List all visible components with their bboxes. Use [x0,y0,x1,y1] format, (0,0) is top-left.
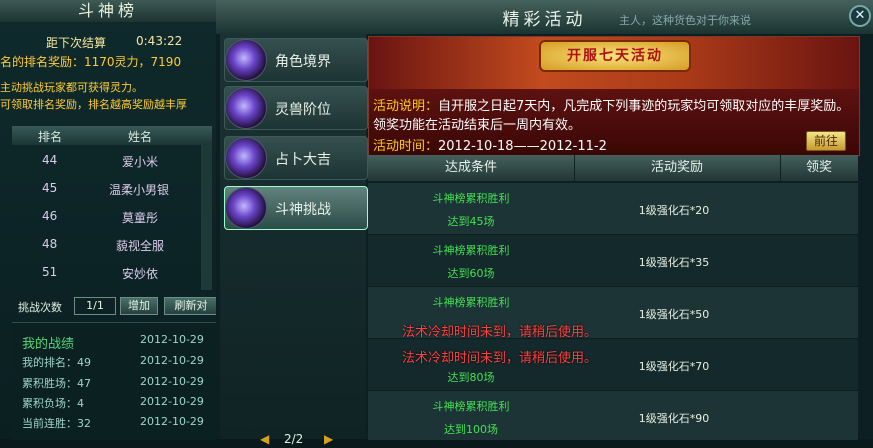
challenge-label: 挑战次数 [18,301,62,314]
rank-row[interactable]: 48 藐视全服 [12,232,212,260]
activity-banner: 开服七天活动 活动说明：自开服之日起7天内，凡完成下列事迹的玩家均可领取对应的丰… [368,36,860,156]
header-condition: 达成条件 [368,155,575,181]
challenge-count-bar: 挑战次数 1/1 增加 刷新对 [12,295,218,317]
next-page-icon[interactable]: ▶ [324,432,333,446]
player-name: 爱小米 [122,155,159,169]
reward-text: 1级强化石*20 [638,204,710,217]
rank-value: 46 [42,209,58,223]
prev-page-icon[interactable]: ◀ [260,432,269,446]
activity-window: 主人，这种货色对于你来说 精彩活动 ✕ 角色境界 灵兽阶位 占卜大吉 斗神挑战 … [216,0,873,446]
table-row: 斗神榜累积胜利 达到100场 1级强化石*90 [368,390,858,440]
refresh-opponents-button[interactable]: 刷新对 [164,297,218,315]
reward-text: 1级强化石*70 [638,360,710,373]
header-reward: 活动奖励 [574,155,781,181]
rank-value: 48 [42,237,58,251]
rank-panel: 斗神榜 距下次结算 0:43:22 名的排名奖励：1170灵力，7190 主动挑… [0,0,218,440]
player-name: 温柔小男银 [109,183,170,197]
close-icon[interactable]: ✕ [849,5,871,27]
system-warning-message: 法术冷却时间未到，请稍后使用。 [402,325,598,340]
record-title: 我的战绩 [22,337,75,352]
record-row: 我的排名：49 2012-10-29 [22,354,212,373]
page-indicator: 2/2 [284,432,304,446]
rank-value: 51 [42,265,58,279]
rank-value: 45 [42,181,58,195]
record-text: 当前连胜：32 [22,417,91,430]
record-date: 2012-10-29 [140,395,204,408]
record-text: 累积胜场：47 [22,377,91,390]
activity-title: 精彩活动 [502,10,587,30]
menu-item-label: 灵兽阶位 [275,102,331,118]
banner-header: 开服七天活动 [369,37,859,89]
record-text: 我的排名：49 [22,356,91,369]
condition-text: 斗神榜累积胜利 [432,296,510,309]
description-label: 活动说明： [373,99,439,114]
go-button[interactable]: 前往 [806,131,846,151]
table-row: 斗神榜累积胜利 达到60场 1级强化石*35 [368,234,858,287]
reward-text: 1级强化石*90 [638,412,710,425]
condition-target: 达到45场 [447,215,495,228]
menu-item-arena-challenge[interactable]: 斗神挑战 [224,186,368,230]
record-row: 累积胜场：47 2012-10-29 [22,375,212,394]
rank-list-scrollbar[interactable] [201,145,212,290]
record-text: 累积负场：4 [22,397,84,410]
activity-menu: 角色境界 灵兽阶位 占卜大吉 斗神挑战 ◀ 2/2 ▶ [220,34,368,446]
menu-item-label: 占卜大吉 [275,152,331,168]
rank-row[interactable]: 45 温柔小男银 [12,176,212,204]
menu-item-realm[interactable]: 角色境界 [224,38,368,82]
menu-item-label: 角色境界 [275,54,331,70]
time-value: 2012-10-18——2012-11-2 [438,139,607,154]
reward-table-header: 达成条件 活动奖励 领奖 [368,155,858,181]
rank-note-2: 可领取排名奖励，排名越高奖励越丰厚 [0,98,187,111]
rank-note-1: 主动挑战玩家都可获得灵力。 [0,81,143,94]
condition-target: 达到100场 [444,423,498,436]
banner-tag: 开服七天活动 [539,40,691,72]
menu-item-pet-rank[interactable]: 灵兽阶位 [224,86,368,130]
record-row: 当前连胜：32 2012-10-29 [22,415,212,434]
rank-row[interactable]: 44 爱小米 [12,148,212,176]
table-row: 斗神榜累积胜利 达到45场 1级强化石*20 [368,182,858,235]
rank-panel-title: 斗神榜 [0,0,216,22]
header-claim: 领奖 [805,160,832,175]
purple-orb-icon [225,87,267,129]
menu-item-divination[interactable]: 占卜大吉 [224,136,368,180]
player-name: 莫童彤 [122,211,159,225]
time-label: 活动时间： [373,139,439,154]
battle-record: 我的战绩 2012-10-29 我的排名：49 2012-10-29 累积胜场：… [12,322,216,440]
record-date: 2012-10-29 [140,333,204,346]
purple-orb-icon [225,137,267,179]
rank-row[interactable]: 51 安妙依 [12,260,212,288]
condition-text: 斗神榜累积胜利 [432,192,510,205]
challenge-count-field: 1/1 [74,297,116,315]
condition-target: 达到80场 [447,371,495,384]
header-name: 姓名 [128,130,153,144]
record-date: 2012-10-29 [140,375,204,388]
rank-value: 44 [42,153,58,167]
rank-reward-text: 名的排名奖励：1170灵力，7190 [0,55,182,69]
condition-text: 斗神榜累积胜利 [432,400,510,413]
countdown-label: 距下次结算 [46,36,107,50]
activity-time: 活动时间：2012-10-18——2012-11-2 [373,135,773,154]
player-name: 安妙依 [122,267,159,281]
menu-pager: ◀ 2/2 ▶ [260,432,340,448]
countdown-value: 0:43:22 [136,34,183,48]
purple-orb-icon [225,187,267,229]
purple-orb-icon [225,39,267,81]
system-warning-message: 法术冷却时间未到，请稍后使用。 [402,351,598,366]
record-date: 2012-10-29 [140,415,204,428]
description-text: 自开服之日起7天内，凡完成下列事迹的玩家均可领取对应的丰厚奖励。领奖功能在活动结… [373,99,850,133]
player-name: 藐视全服 [116,239,165,253]
condition-target: 达到60场 [447,267,495,280]
menu-item-label: 斗神挑战 [275,202,331,218]
record-row: 累积负场：4 2012-10-29 [22,395,212,414]
record-row: 我的战绩 2012-10-29 [22,333,212,352]
activity-description: 活动说明：自开服之日起7天内，凡完成下列事迹的玩家均可领取对应的丰厚奖励。领奖功… [373,97,857,135]
rank-table-header: 排名 姓名 [12,126,212,145]
rank-row[interactable]: 46 莫童彤 [12,204,212,232]
reward-text: 1级强化石*50 [638,308,710,321]
header-rank: 排名 [38,130,63,144]
add-challenge-button[interactable]: 增加 [120,297,158,315]
record-date: 2012-10-29 [140,354,204,367]
condition-text: 斗神榜累积胜利 [432,244,510,257]
reward-text: 1级强化石*35 [638,256,710,269]
